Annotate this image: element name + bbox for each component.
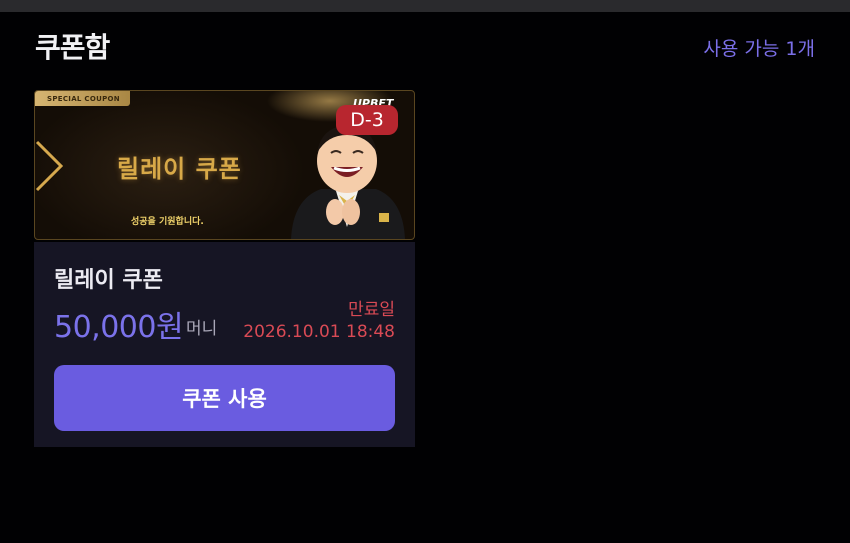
expire-label: 만료일: [348, 300, 395, 320]
banner-title: 릴레이 쿠폰: [117, 155, 242, 183]
dday-badge: D-3: [336, 105, 398, 135]
coupon-banner: SPECIAL COUPON 릴레이 쿠폰 성공을 기원합니다. UPBET D…: [34, 90, 415, 240]
coupon-card: SPECIAL COUPON 릴레이 쿠폰 성공을 기원합니다. UPBET D…: [34, 90, 415, 447]
page-title: 쿠폰함: [35, 31, 110, 64]
chevron-right-icon: [35, 140, 64, 192]
expire-date: 2026.10.01 18:48: [243, 322, 395, 342]
coupon-name: 릴레이 쿠폰: [54, 268, 163, 293]
coupon-info: 릴레이 쿠폰 50,000원 머니 만료일 2026.10.01 18:48 쿠…: [34, 242, 415, 447]
use-coupon-button[interactable]: 쿠폰 사용: [54, 365, 395, 431]
top-bar: [0, 0, 850, 12]
available-count: 사용 가능 1개: [703, 38, 815, 60]
special-coupon-tag: SPECIAL COUPON: [35, 91, 130, 106]
coupon-amount: 50,000원: [54, 310, 184, 345]
banner-subtitle: 성공을 기원합니다.: [131, 217, 204, 227]
coupon-unit: 머니: [186, 319, 218, 339]
